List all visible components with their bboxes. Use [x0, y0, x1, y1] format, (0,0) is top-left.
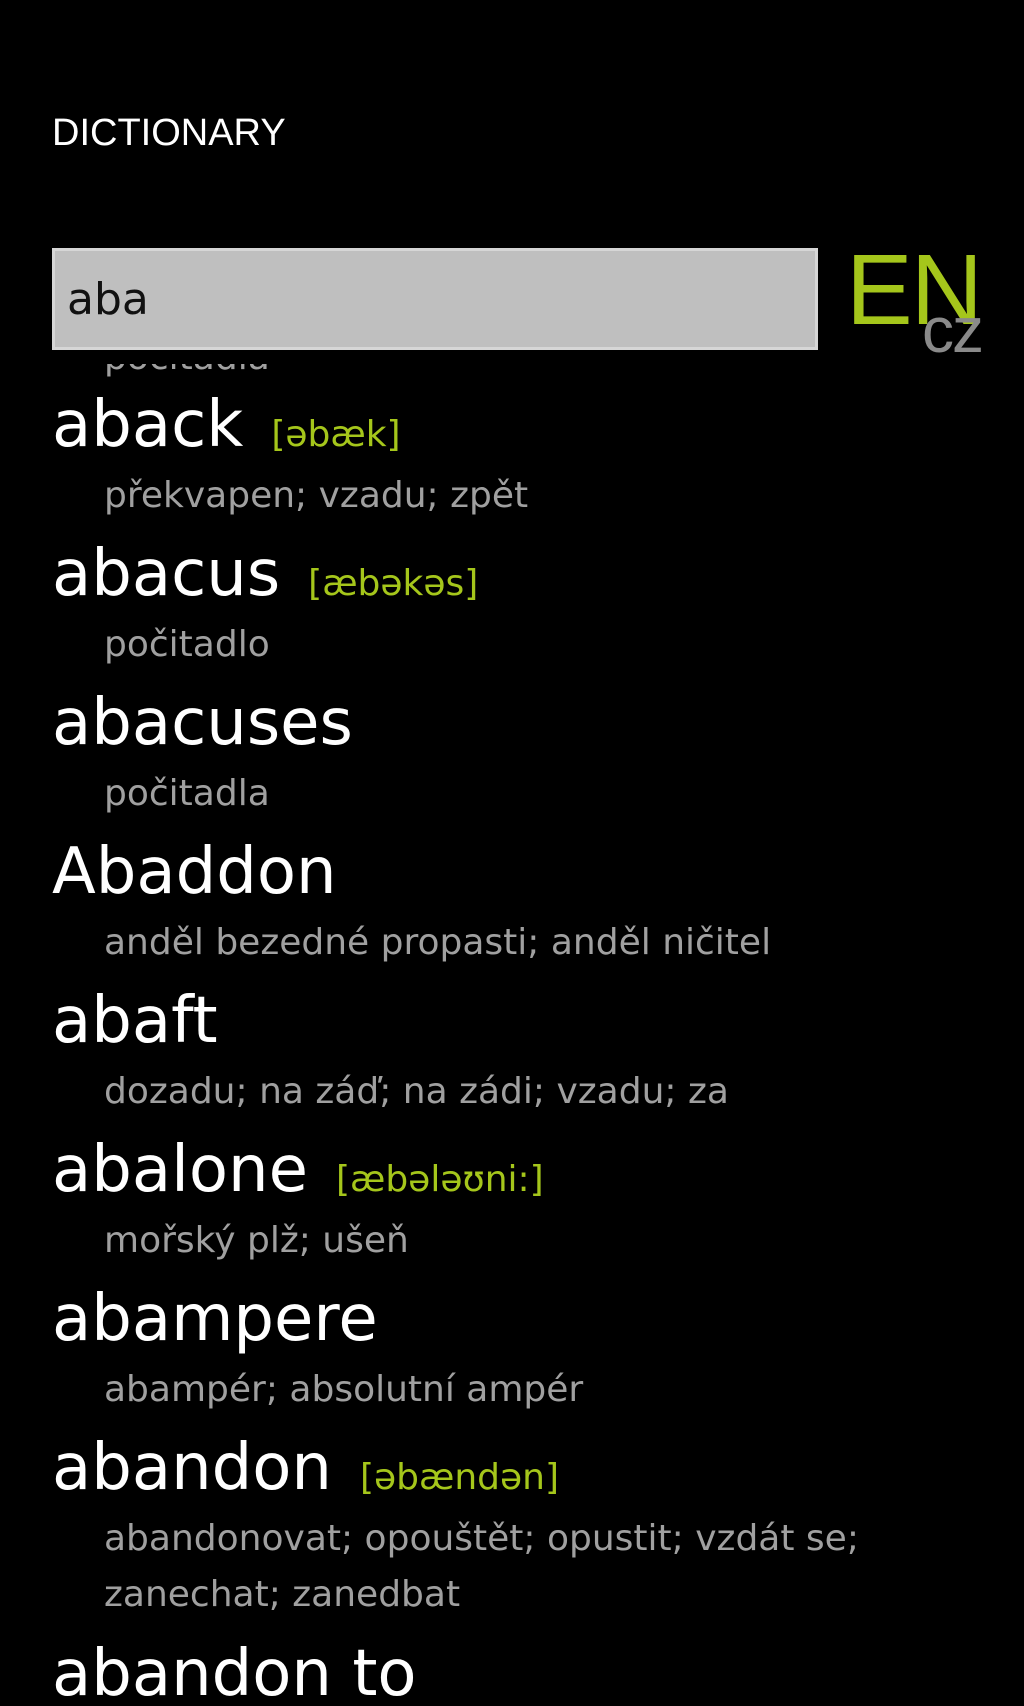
pronunciation: [æbəkəs] — [308, 563, 479, 604]
translation: počitadlo — [104, 624, 270, 665]
headword: abacuses — [52, 686, 353, 760]
translation: dozadu; na záď; na zádi; vzadu; za — [104, 1071, 729, 1112]
headword: aback — [52, 388, 244, 462]
headword: abandon to — [52, 1637, 417, 1706]
headword: abampere — [52, 1282, 378, 1356]
language-switch-button[interactable]: EN cz — [846, 240, 996, 366]
headword: abaft — [52, 984, 218, 1058]
list-item[interactable]: abandon to — [0, 1631, 1024, 1706]
headword: abandon — [52, 1431, 332, 1505]
list-item[interactable]: abandon [əbændən] abandonovat; opouštět; … — [0, 1425, 1024, 1631]
app-title: DICTIONARY — [52, 112, 286, 154]
translation: abandonovat; opouštět; opustit; vzdát se… — [104, 1518, 859, 1615]
pronunciation: [æbələʊni:] — [335, 1159, 544, 1200]
translation: překvapen; vzadu; zpět — [104, 475, 529, 516]
search-input[interactable] — [55, 251, 815, 347]
list-item[interactable]: Abaddon anděl bezedné propasti; anděl ni… — [0, 829, 1024, 978]
translation: abampér; absolutní ampér — [104, 1369, 584, 1410]
translation: počitadla — [104, 773, 270, 814]
list-item[interactable]: aback [əbæk] překvapen; vzadu; zpět — [0, 382, 1024, 531]
pronunciation: [əbæk] — [271, 414, 401, 455]
list-item[interactable]: abaft dozadu; na záď; na zádi; vzadu; za — [0, 978, 1024, 1127]
headword: abacus — [52, 537, 281, 611]
headword: Abaddon — [52, 835, 337, 909]
search-box[interactable] — [52, 248, 818, 350]
headword: abalone — [52, 1133, 308, 1207]
translation: anděl bezedné propasti; anděl ničitel — [104, 922, 772, 963]
list-item[interactable]: abacuses počitadla — [0, 680, 1024, 829]
pronunciation: [əbændən] — [359, 1457, 560, 1498]
list-item[interactable]: abacus [æbəkəs] počitadlo — [0, 531, 1024, 680]
list-item-translation-partial: počitadla — [0, 364, 1024, 382]
translation: mořský plž; ušeň — [104, 1220, 409, 1261]
results-list[interactable]: počitadla aback [əbæk] překvapen; vzadu; … — [0, 364, 1024, 1706]
list-item[interactable]: abampere abampér; absolutní ampér — [0, 1276, 1024, 1425]
target-language-label: cz — [922, 294, 984, 366]
list-item[interactable]: abalone [æbələʊni:] mořský plž; ušeň — [0, 1127, 1024, 1276]
